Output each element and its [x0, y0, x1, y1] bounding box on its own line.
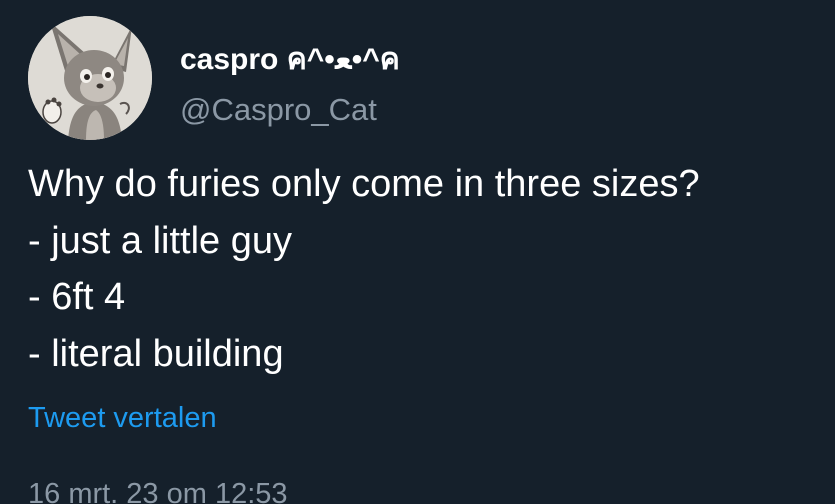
tweet-text-line: - 6ft 4 — [28, 276, 126, 318]
tweet-body: Why do furies only come in three sizes? … — [28, 156, 828, 382]
tweet-text-line: - just a little guy — [28, 219, 292, 262]
user-handle[interactable]: @Caspro_Cat — [180, 92, 377, 128]
tweet-text-line: Why do furies only come in three sizes? — [28, 163, 700, 205]
translate-tweet-link[interactable]: Tweet vertalen — [28, 402, 217, 435]
tweet-timestamp[interactable]: 16 mrt. 23 om 12:53 — [28, 478, 288, 504]
cat-avatar-icon — [28, 16, 152, 140]
user-avatar[interactable] — [28, 16, 152, 140]
tweet-text-line: - literal building — [28, 332, 284, 375]
user-display-name[interactable]: caspro ค^•ﻌ•^ค — [180, 36, 400, 83]
tweet-card: caspro ค^•ﻌ•^ค @Caspro_Cat Why do furies… — [0, 0, 835, 504]
